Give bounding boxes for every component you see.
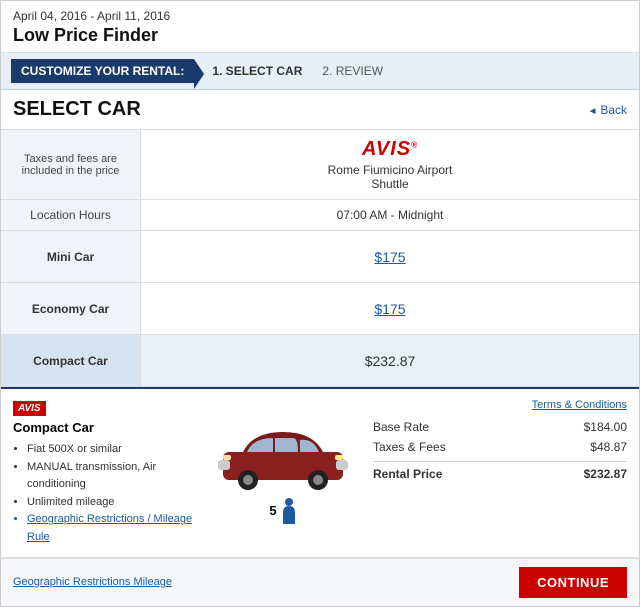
feature-1: Fiat 500X or similar	[27, 441, 193, 459]
detail-panel: AVIS Compact Car Fiat 500X or similar MA…	[1, 387, 639, 558]
detail-features: Fiat 500X or similar MANUAL transmission…	[13, 441, 193, 547]
mini-car-price[interactable]: $175	[374, 249, 405, 265]
vendor-header-row: Taxes and fees are included in the price…	[1, 130, 639, 200]
feature-2: MANUAL transmission, Air conditioning	[27, 459, 193, 494]
price-breakdown: Base Rate $184.00 Taxes & Fees $48.87 Re…	[373, 417, 627, 484]
page-title: Low Price Finder	[13, 25, 627, 46]
base-rate-row: Base Rate $184.00	[373, 417, 627, 437]
hours-label: Location Hours	[1, 200, 141, 230]
wizard-label: CUSTOMIZE YOUR RENTAL:	[11, 59, 194, 83]
mini-car-row: Mini Car $175	[1, 231, 639, 283]
person-icon	[281, 498, 297, 524]
wizard-steps: 1. SELECT CAR 2. REVIEW	[212, 64, 383, 78]
wizard-step-1[interactable]: 1. SELECT CAR	[212, 64, 302, 78]
taxes-fees-value: $48.87	[590, 440, 627, 454]
rental-price-label: Rental Price	[373, 467, 442, 481]
compact-car-row[interactable]: Compact Car $232.87	[1, 335, 639, 387]
car-image	[213, 422, 353, 492]
date-range: April 04, 2016 - April 11, 2016	[13, 9, 627, 23]
feature-3: Unlimited mileage	[27, 494, 193, 512]
taxes-note: Taxes and fees are included in the price	[1, 130, 141, 199]
compact-car-name: Compact Car	[1, 335, 141, 386]
rental-price-row: Rental Price $232.87	[373, 461, 627, 484]
vendor-location: Rome Fiumicino Airport Shuttle	[149, 163, 631, 191]
economy-car-price-cell: $175	[141, 283, 639, 334]
rental-price-value: $232.87	[584, 467, 627, 481]
detail-left: AVIS Compact Car Fiat 500X or similar MA…	[13, 399, 193, 547]
hours-value: 07:00 AM - Midnight	[141, 200, 639, 230]
section-title-bar: SELECT CAR Back	[1, 90, 639, 130]
economy-car-name: Economy Car	[1, 283, 141, 334]
terms-conditions-link[interactable]: Terms & Conditions	[373, 399, 627, 411]
continue-button[interactable]: CONTINUE	[519, 567, 627, 598]
vendor-info: AVIS® Rome Fiumicino Airport Shuttle	[141, 130, 639, 199]
mini-car-price-cell: $175	[141, 231, 639, 282]
taxes-fees-label: Taxes & Fees	[373, 440, 446, 454]
section-title: SELECT CAR	[13, 98, 141, 121]
detail-car-name: Compact Car	[13, 420, 193, 435]
geo-restrictions-link[interactable]: Geographic Restrictions / Mileage Rule	[27, 511, 193, 546]
back-link[interactable]: Back	[588, 103, 627, 117]
detail-middle: 5	[203, 399, 363, 547]
economy-car-price[interactable]: $175	[374, 301, 405, 317]
taxes-fees-row: Taxes & Fees $48.87	[373, 437, 627, 457]
wizard-step-2[interactable]: 2. REVIEW	[322, 64, 383, 78]
wizard-bar: CUSTOMIZE YOUR RENTAL: 1. SELECT CAR 2. …	[1, 53, 639, 90]
avis-badge: AVIS	[13, 401, 46, 416]
passenger-row: 5	[269, 498, 296, 524]
footer-bar: Geographic Restrictions Mileage CONTINUE	[1, 558, 639, 606]
detail-right: Terms & Conditions Base Rate $184.00 Tax…	[373, 399, 627, 547]
page-header: April 04, 2016 - April 11, 2016 Low Pric…	[1, 1, 639, 53]
hours-row: Location Hours 07:00 AM - Midnight	[1, 200, 639, 231]
compact-car-price: $232.87	[365, 353, 416, 369]
base-rate-label: Base Rate	[373, 420, 429, 434]
avis-logo: AVIS®	[149, 138, 631, 161]
base-rate-value: $184.00	[584, 420, 627, 434]
footer-geo-note[interactable]: Geographic Restrictions Mileage	[13, 576, 172, 588]
passenger-count: 5	[269, 503, 276, 518]
compact-car-price-cell: $232.87	[141, 335, 639, 386]
economy-car-row: Economy Car $175	[1, 283, 639, 335]
mini-car-name: Mini Car	[1, 231, 141, 282]
